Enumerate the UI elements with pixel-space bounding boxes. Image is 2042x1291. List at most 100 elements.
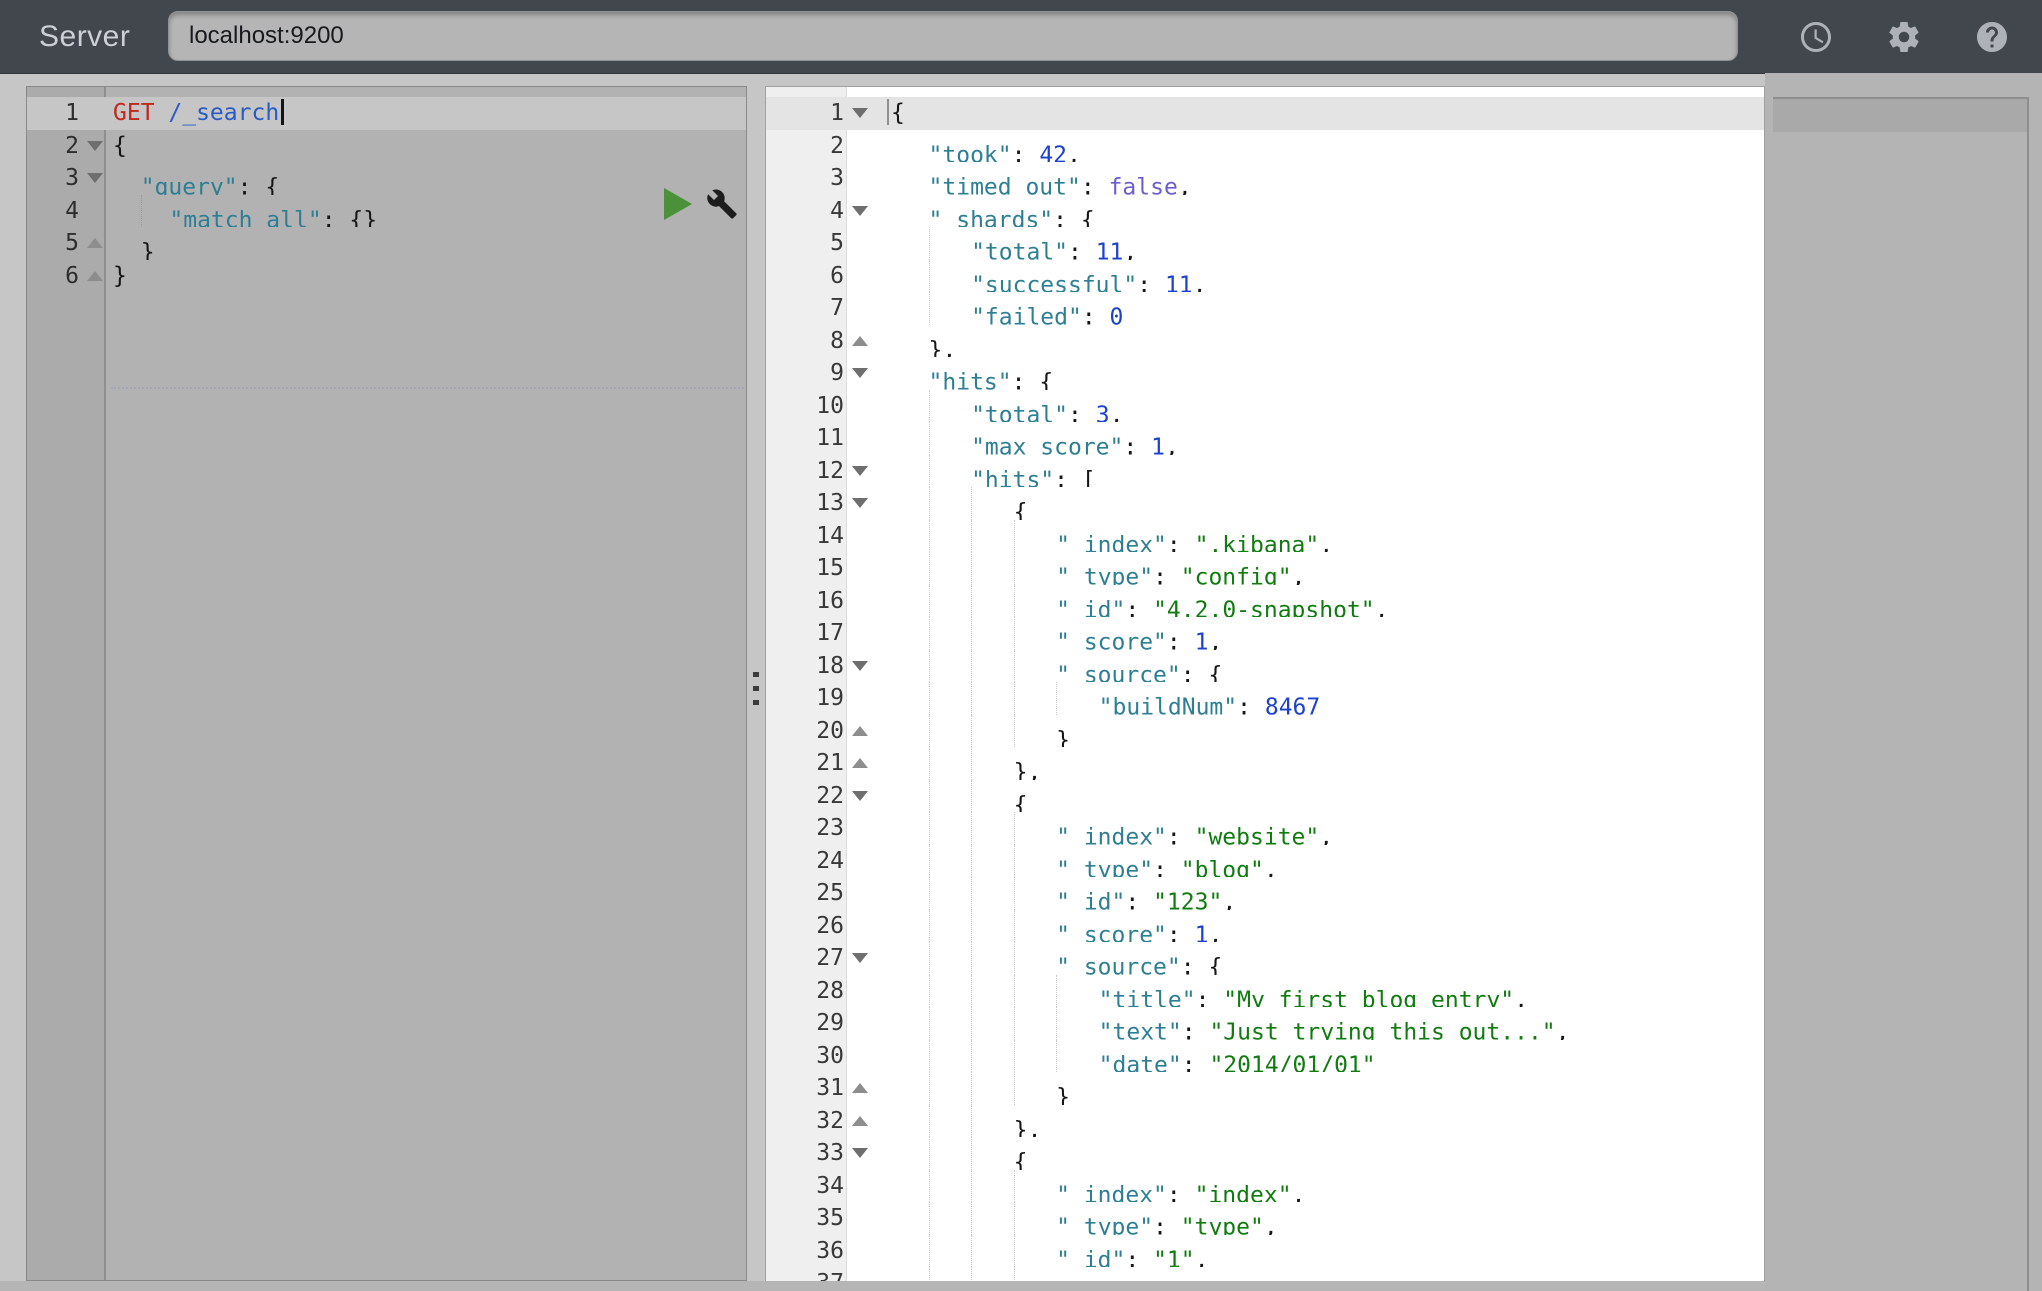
fold-toggle-icon[interactable]	[852, 758, 868, 769]
code-line[interactable]: 15 "_type": "config",	[766, 552, 1764, 585]
code-line[interactable]: 11 "max_score": 1,	[766, 422, 1764, 455]
code-line[interactable]: 24 "_type": "blog",	[766, 844, 1764, 877]
code-text[interactable]: "_id": "1",	[871, 1234, 1764, 1267]
fold-toggle-icon[interactable]	[852, 1083, 868, 1094]
code-line[interactable]: 6 "successful": 11,	[766, 259, 1764, 292]
help-icon[interactable]	[1974, 19, 2010, 55]
code-line[interactable]: 10 "total": 3,	[766, 389, 1764, 422]
fold-toggle-icon[interactable]	[87, 173, 103, 184]
code-line[interactable]: 9 "hits": {	[766, 357, 1764, 390]
code-text[interactable]: "hits": {	[871, 357, 1764, 390]
fold-toggle-icon[interactable]	[852, 1115, 868, 1126]
code-text[interactable]: {	[871, 487, 1764, 520]
code-line[interactable]: 5 "total": 11,	[766, 227, 1764, 260]
code-text[interactable]: "total": 11,	[871, 227, 1764, 260]
server-input[interactable]	[168, 11, 1738, 61]
code-line[interactable]: 1{	[766, 97, 1764, 130]
code-text[interactable]: "took": 42,	[871, 130, 1764, 162]
code-text[interactable]: "_index": "website",	[871, 812, 1764, 845]
code-line[interactable]: 8},	[766, 325, 1764, 358]
code-line[interactable]: 2 "took": 42,	[766, 130, 1764, 163]
code-line[interactable]: 22 {	[766, 779, 1764, 812]
code-line[interactable]: 21},	[766, 747, 1764, 780]
code-text[interactable]: "text": "Just trying this out...",	[871, 1007, 1764, 1040]
code-line[interactable]: 13 {	[766, 487, 1764, 520]
code-line[interactable]: 28 "title": "My first blog entry",	[766, 974, 1764, 1007]
fold-toggle-icon[interactable]	[852, 205, 868, 216]
code-line[interactable]: 20}	[766, 714, 1764, 747]
fold-toggle-icon[interactable]	[87, 270, 103, 281]
code-line[interactable]: 5}	[27, 227, 746, 260]
code-text[interactable]: "_score": 1,	[871, 617, 1764, 650]
code-text[interactable]: "timed_out": false,	[871, 162, 1764, 195]
code-text[interactable]: "total": 3,	[871, 389, 1764, 422]
code-text[interactable]: GET /_search	[106, 97, 746, 130]
fold-toggle-icon[interactable]	[852, 953, 868, 964]
code-line[interactable]: 29 "text": "Just trying this out...",	[766, 1007, 1764, 1040]
code-line[interactable]: 25 "_id": "123",	[766, 877, 1764, 910]
code-line[interactable]: 26 "_score": 1,	[766, 909, 1764, 942]
code-text[interactable]: },	[871, 747, 1764, 780]
code-text[interactable]: {	[106, 130, 746, 163]
code-line[interactable]: 37 "_score": 1,	[766, 1267, 1764, 1281]
code-line[interactable]: 14 "_index": ".kibana",	[766, 519, 1764, 552]
code-text[interactable]: "_type": "config",	[871, 552, 1764, 585]
history-clock-icon[interactable]	[1798, 19, 1834, 55]
code-line[interactable]: 4 "_shards": {	[766, 195, 1764, 228]
fold-toggle-icon[interactable]	[852, 108, 868, 119]
code-text[interactable]: "_score": 1,	[871, 909, 1764, 942]
code-text[interactable]: "max_score": 1,	[871, 422, 1764, 455]
request-editor[interactable]: 1 GET /_search 2{3 "query": {4 "match_all": …	[26, 86, 747, 1281]
code-text[interactable]: "_id": "4.2.0-snapshot",	[871, 584, 1764, 617]
code-text[interactable]: }	[106, 227, 746, 260]
code-text[interactable]: "date": "2014/01/01"	[871, 1039, 1764, 1072]
code-line[interactable]: 33 {	[766, 1137, 1764, 1170]
code-line[interactable]: 3 "query": {	[27, 162, 746, 195]
code-text[interactable]: }	[871, 1072, 1764, 1105]
code-text[interactable]: "match_all": {}	[106, 194, 746, 227]
fold-toggle-icon[interactable]	[852, 790, 868, 801]
code-line[interactable]: 32},	[766, 1104, 1764, 1137]
send-request-play-icon[interactable]	[664, 187, 692, 220]
code-line[interactable]: 3 "timed_out": false,	[766, 162, 1764, 195]
code-line[interactable]: 19 "buildNum": 8467	[766, 682, 1764, 715]
fold-toggle-icon[interactable]	[852, 368, 868, 379]
code-text[interactable]: "hits": [	[871, 454, 1764, 487]
code-text[interactable]: {	[871, 97, 1764, 130]
code-text[interactable]: {	[871, 1137, 1764, 1170]
fold-toggle-icon[interactable]	[852, 498, 868, 509]
code-text[interactable]: "title": "My first blog entry",	[871, 974, 1764, 1007]
fold-toggle-icon[interactable]	[852, 335, 868, 346]
code-line[interactable]: 34 "_index": "index",	[766, 1169, 1764, 1202]
code-line[interactable]: 30 "date": "2014/01/01"	[766, 1039, 1764, 1072]
fold-toggle-icon[interactable]	[87, 140, 103, 151]
panel-splitter[interactable]	[747, 86, 765, 1279]
code-text[interactable]: "_source": {	[871, 649, 1764, 682]
code-line[interactable]: 12 "hits": [	[766, 454, 1764, 487]
code-line[interactable]: 31}	[766, 1072, 1764, 1105]
code-text[interactable]: "query": {	[106, 162, 746, 195]
code-text[interactable]: },	[871, 325, 1764, 357]
code-text[interactable]: "_score": 1,	[871, 1267, 1764, 1281]
code-text[interactable]: "_type": "type",	[871, 1202, 1764, 1235]
code-line[interactable]: 35 "_type": "type",	[766, 1202, 1764, 1235]
code-line[interactable]: 27 "_source": {	[766, 942, 1764, 975]
code-text[interactable]: "buildNum": 8467	[871, 682, 1764, 715]
fold-toggle-icon[interactable]	[87, 238, 103, 249]
code-line[interactable]: 7 "failed": 0	[766, 292, 1764, 325]
code-line[interactable]: 16 "_id": "4.2.0-snapshot",	[766, 584, 1764, 617]
code-text[interactable]: }	[871, 714, 1764, 747]
code-text[interactable]: }	[106, 260, 746, 293]
code-line[interactable]: 2{	[27, 130, 746, 163]
code-text[interactable]: "_type": "blog",	[871, 844, 1764, 877]
code-text[interactable]: "_index": "index",	[871, 1169, 1764, 1202]
code-text[interactable]: "_shards": {	[871, 195, 1764, 227]
code-text[interactable]: "_id": "123",	[871, 877, 1764, 910]
code-line[interactable]: 17 "_score": 1,	[766, 617, 1764, 650]
response-editor[interactable]: 1{2 "took": 42, 3 "timed_out": false, 4 "_sha…	[765, 86, 1765, 1282]
request-settings-wrench-icon[interactable]	[706, 188, 738, 220]
code-line[interactable]: 1 GET /_search	[27, 97, 746, 130]
code-line[interactable]: 4 "match_all": {}	[27, 194, 746, 227]
code-line[interactable]: 18 "_source": {	[766, 649, 1764, 682]
code-line[interactable]: 6}	[27, 260, 746, 293]
